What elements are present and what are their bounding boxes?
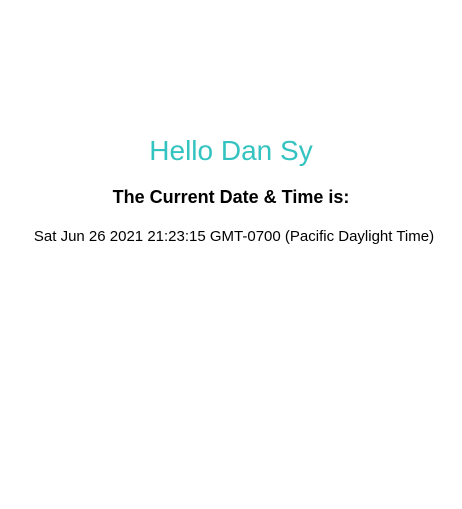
current-datetime-value: Sat Jun 26 2021 21:23:15 GMT-0700 (Pacif… [33, 228, 435, 245]
current-datetime-label: The Current Date & Time is: [112, 187, 350, 207]
greeting-heading: Hello Dan Sy [149, 135, 313, 166]
page: Hello Dan Sy The Current Date & Time is:… [0, 0, 462, 509]
